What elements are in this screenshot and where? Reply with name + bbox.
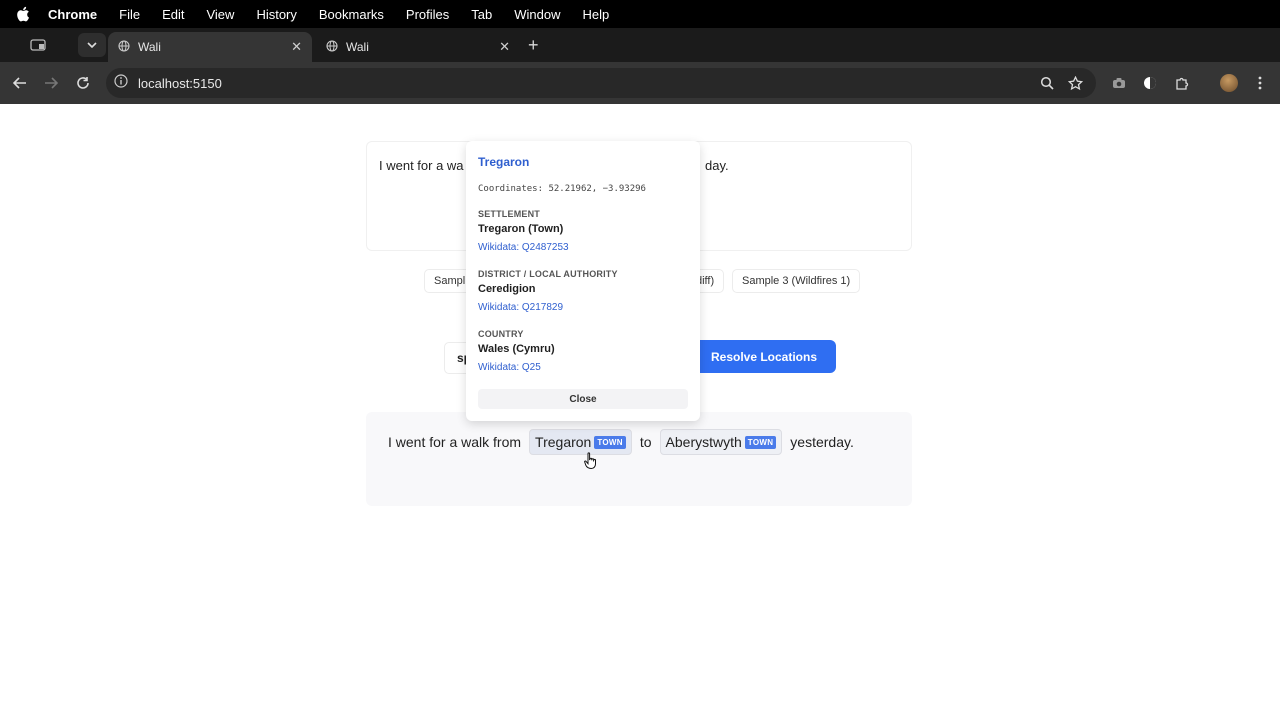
annotated-text: I went for a walk from Tregaron TOWN to … [384,429,858,455]
menu-bookmarks[interactable]: Bookmarks [319,7,384,22]
macos-menu-bar: Chrome File Edit View History Bookmarks … [0,0,1280,28]
popup-close-button[interactable]: Close [478,389,688,409]
country-value: Wales (Cymru) [478,343,555,355]
menu-help[interactable]: Help [583,7,610,22]
contrast-extension-icon[interactable] [1140,73,1160,93]
tab-strip: Wali ✕ Wali ✕ [0,28,1280,62]
tab-title: Wali [138,40,161,54]
globe-icon [118,39,130,55]
popup-coordinates: Coordinates: 52.21962, −3.93296 [478,184,646,194]
profile-avatar[interactable] [1220,74,1238,92]
menu-tab[interactable]: Tab [471,7,492,22]
bookmark-star-icon[interactable] [1065,73,1085,93]
result-text-middle: to [639,434,652,450]
input-text: I went for a wa day. [379,158,729,173]
sample-3-button[interactable]: Sample 3 (Wildfires 1) [732,269,861,293]
settlement-value: Tregaron (Town) [478,223,564,235]
input-text-start: I went for a wa [379,158,464,173]
menu-history[interactable]: History [256,7,296,22]
chrome-menu-icon[interactable] [1250,73,1270,93]
globe-icon [326,39,338,55]
back-arrow-icon[interactable] [10,73,30,93]
country-wikidata-link[interactable]: Wikidata: Q25 [478,362,541,373]
url-text: localhost:5150 [138,75,222,91]
result-text-after: yesterday. [790,434,854,450]
results-panel: I went for a walk from Tregaron TOWN to … [366,412,912,506]
reload-icon[interactable] [73,73,93,93]
menu-edit[interactable]: Edit [162,7,184,22]
district-label: DISTRICT / LOCAL AUTHORITY [478,269,618,279]
location-chip-aberystwyth[interactable]: Aberystwyth TOWN [659,429,783,455]
tab-wali[interactable]: Wali ✕ [316,32,520,62]
district-wikidata-link[interactable]: Wikidata: Q217829 [478,302,563,313]
tab-search-dropdown-icon[interactable] [78,33,106,57]
settlement-label: SETTLEMENT [478,209,540,219]
result-text-before: I went for a walk from [388,434,522,450]
tab-groups-icon[interactable] [24,33,52,57]
forward-arrow-icon[interactable] [41,73,61,93]
chip-label: Aberystwyth [665,434,742,450]
tab-title: Wali [346,40,369,54]
tab-wali-active[interactable]: Wali ✕ [108,32,312,62]
hand-cursor-icon [584,452,598,475]
country-label: COUNTRY [478,329,524,339]
chip-label: Tregaron [535,434,592,450]
popup-title[interactable]: Tregaron [478,155,529,169]
apple-logo-icon[interactable] [16,6,30,22]
close-tab-icon[interactable]: ✕ [499,39,510,55]
resolve-locations-button[interactable]: Resolve Locations [692,340,836,373]
browser-toolbar: localhost:5150 [0,62,1280,104]
zoom-magnifier-icon[interactable] [1037,73,1057,93]
address-bar[interactable]: localhost:5150 [106,68,1096,98]
menu-file[interactable]: File [119,7,140,22]
menu-view[interactable]: View [206,7,234,22]
menu-profiles[interactable]: Profiles [406,7,449,22]
location-chip-tregaron[interactable]: Tregaron TOWN [529,429,632,455]
close-tab-icon[interactable]: ✕ [291,39,302,55]
district-value: Ceredigion [478,283,536,295]
town-badge: TOWN [744,435,777,449]
settlement-wikidata-link[interactable]: Wikidata: Q2487253 [478,242,569,253]
new-tab-button[interactable]: + [528,36,539,54]
site-info-icon[interactable] [114,73,128,93]
location-details-popup: Tregaron Coordinates: 52.21962, −3.93296… [466,141,700,421]
menu-app-name[interactable]: Chrome [48,7,97,22]
menu-window[interactable]: Window [514,7,560,22]
input-text-end: day. [705,158,729,173]
extensions-puzzle-icon[interactable] [1172,73,1192,93]
camera-extension-icon[interactable] [1109,73,1129,93]
town-badge: TOWN [594,435,626,449]
